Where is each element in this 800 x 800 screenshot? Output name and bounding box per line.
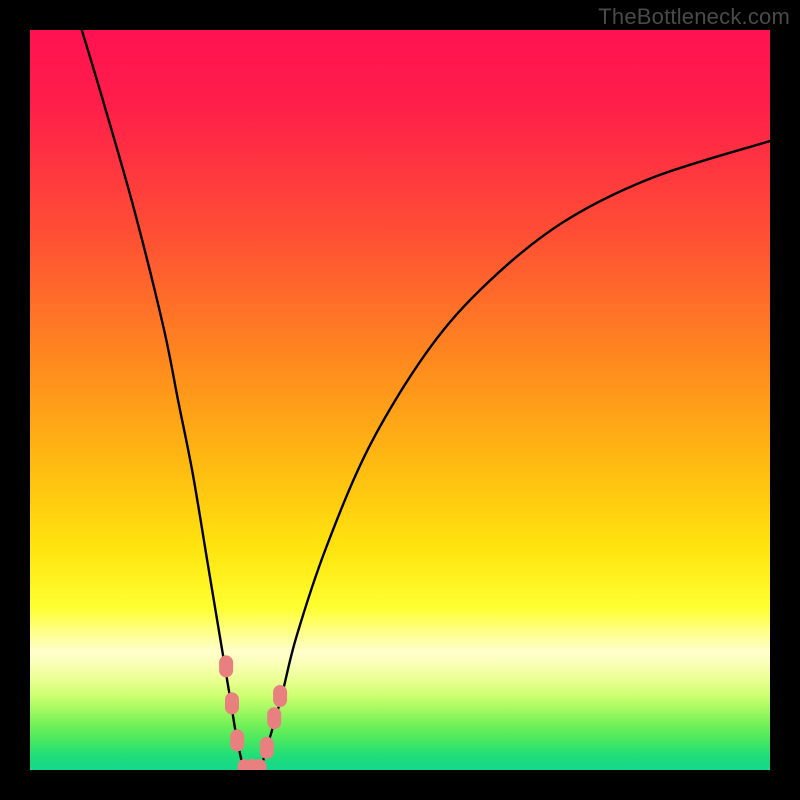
curve-marker bbox=[230, 729, 244, 751]
bottleneck-curve bbox=[82, 30, 770, 770]
watermark-text: TheBottleneck.com bbox=[598, 4, 790, 30]
chart-frame: TheBottleneck.com bbox=[0, 0, 800, 800]
curve-marker bbox=[267, 707, 281, 729]
plot-area bbox=[30, 30, 770, 770]
marker-group bbox=[219, 655, 287, 770]
curve-marker bbox=[219, 655, 233, 677]
curve-marker bbox=[260, 737, 274, 759]
curve-svg bbox=[30, 30, 770, 770]
curve-marker bbox=[225, 692, 239, 714]
curve-marker bbox=[273, 685, 287, 707]
